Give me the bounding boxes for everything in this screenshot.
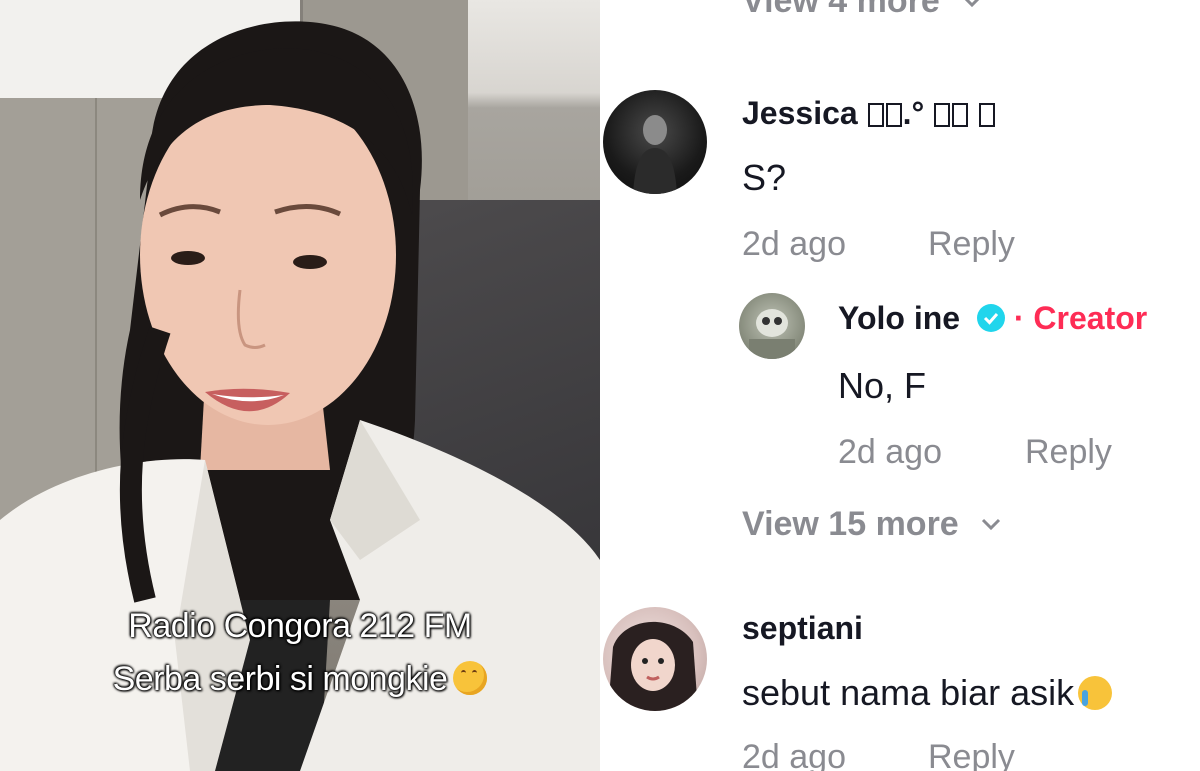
avatar-image <box>608 621 698 711</box>
avatar[interactable] <box>739 293 805 359</box>
view-more-label: View 15 more <box>742 505 959 543</box>
video-frame[interactable]: Radio Congora 212 FM Serba serbi si mong… <box>0 0 600 771</box>
crying-face-emoji-icon <box>1078 676 1113 710</box>
reply-text: No, F <box>838 365 927 406</box>
verified-badge-icon <box>976 304 1005 332</box>
reply-timestamp: 2d ago <box>838 433 942 471</box>
reply-button[interactable]: Reply <box>1025 433 1112 472</box>
comment-text: S? <box>742 157 787 198</box>
avatar[interactable] <box>603 90 707 194</box>
caption-text: Serba serbi si mongkie <box>112 660 448 698</box>
username-text: Jessica <box>742 95 858 131</box>
chevron-down-icon <box>982 518 1001 531</box>
comments-panel: View 4 more Jessica .° S? 2d ago Reply Y… <box>600 0 1200 771</box>
avatar-image <box>749 309 795 359</box>
reply-button[interactable]: Reply <box>928 225 1015 264</box>
username-suffix: .° <box>867 95 996 131</box>
person-illustration <box>0 21 600 771</box>
comment-timestamp: 2d ago <box>742 225 846 263</box>
comment-text-body: sebut nama biar asik <box>742 672 1075 713</box>
creator-label: · Creator <box>1013 300 1148 336</box>
view-more-replies-button[interactable]: View 15 more <box>742 505 1002 544</box>
hand-over-mouth-emoji-icon <box>453 661 488 695</box>
avatar-image <box>633 115 677 194</box>
view-more-button[interactable]: View 4 more <box>742 0 983 21</box>
reply-username[interactable]: Yolo ine · Creator <box>838 300 1147 337</box>
comment-username[interactable]: Jessica .° <box>742 95 996 132</box>
video-caption-line1: Radio Congora 212 FM <box>128 607 472 645</box>
view-more-label: View 4 more <box>742 0 940 20</box>
comment-username[interactable]: septiani <box>742 610 863 647</box>
video-caption-line2: Serba serbi si mongkie <box>0 660 600 699</box>
comment-timestamp: 2d ago <box>742 738 846 771</box>
comment-text: sebut nama biar asik <box>742 672 1113 714</box>
chevron-down-icon <box>965 0 980 8</box>
username-text: Yolo ine <box>838 300 961 336</box>
avatar[interactable] <box>603 607 707 711</box>
reply-button[interactable]: Reply <box>928 738 1015 771</box>
